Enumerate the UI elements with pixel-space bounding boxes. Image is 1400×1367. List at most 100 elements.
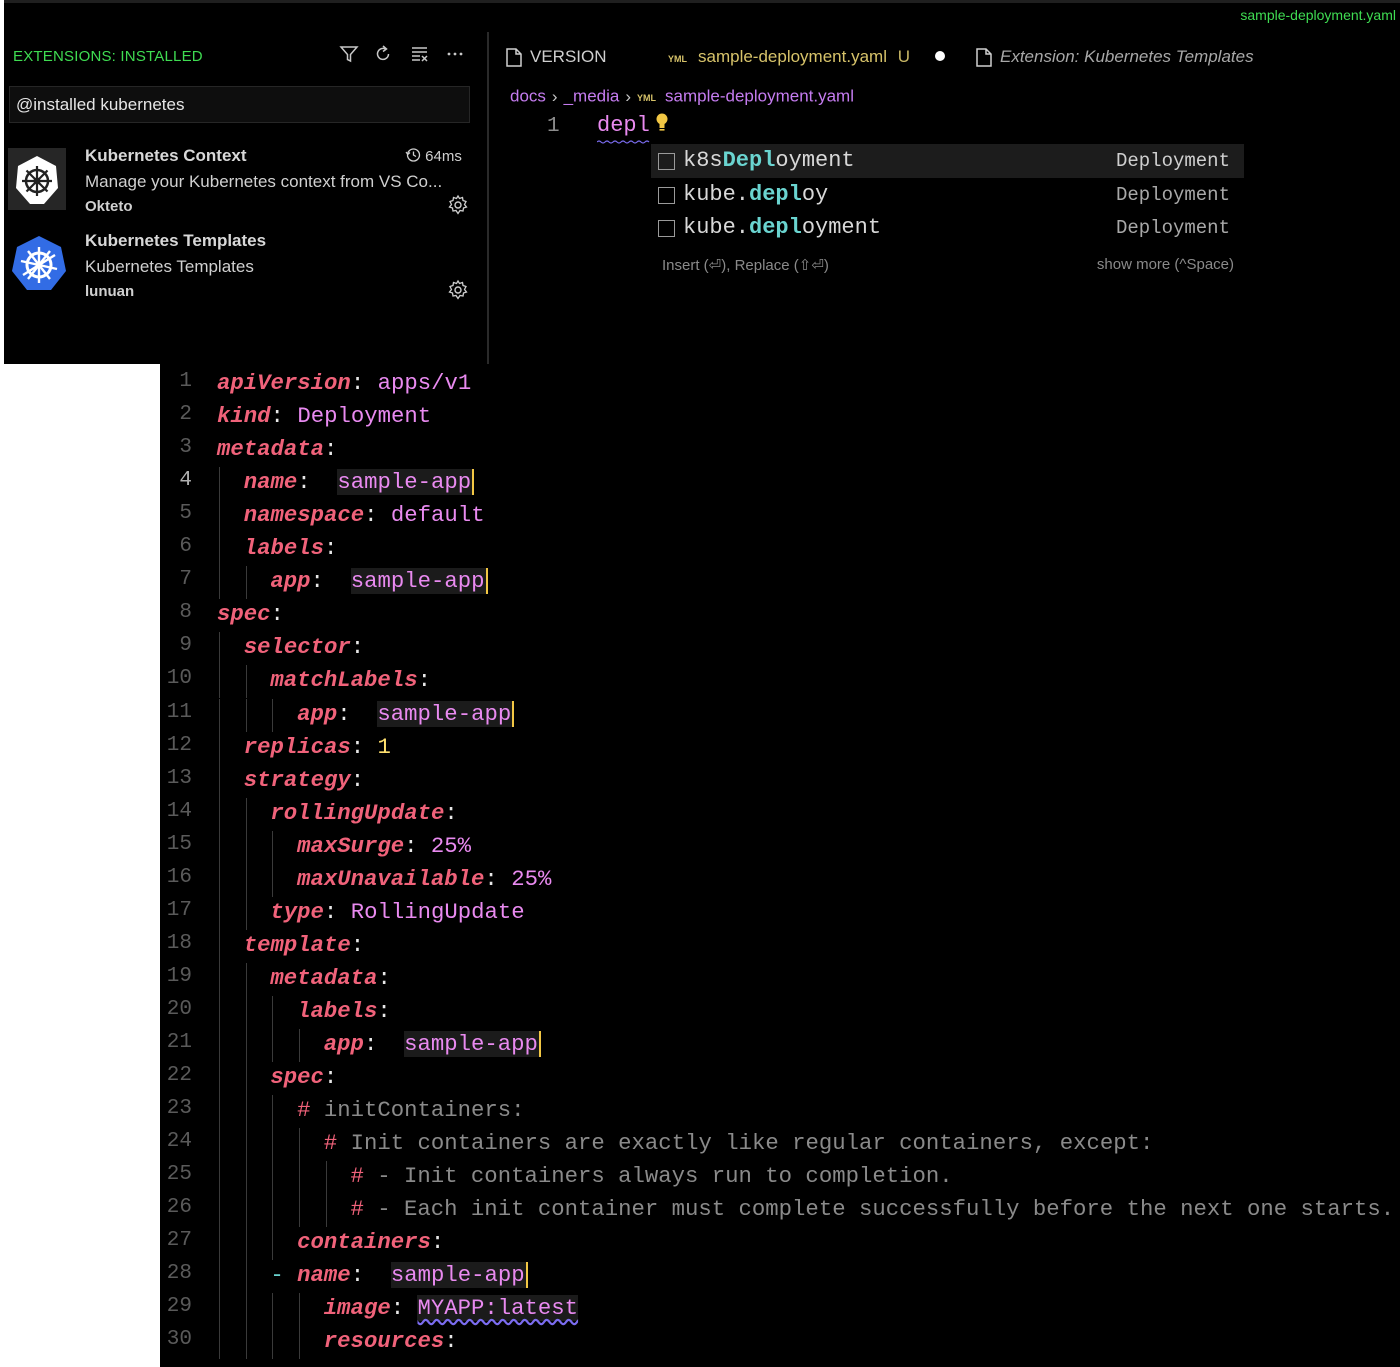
title-bar <box>4 0 1400 3</box>
editor-input-text[interactable]: depl <box>597 113 650 138</box>
code-line[interactable]: 9 selector: <box>160 632 1400 665</box>
code-line[interactable]: 18 template: <box>160 930 1400 963</box>
code-line[interactable]: 4 name: sample-app <box>160 467 1400 500</box>
suggestion-label: kube.deployment <box>683 215 882 240</box>
yaml-colon: : <box>270 403 284 430</box>
extensions-header: EXTENSIONS: INSTALLED <box>13 48 203 65</box>
indent-guide <box>272 1326 274 1360</box>
gear-icon[interactable] <box>447 194 469 216</box>
indent-guide <box>245 566 247 600</box>
code-text: labels: <box>244 535 338 561</box>
breadcrumb-item[interactable]: docs <box>510 87 546 106</box>
code-line[interactable]: 15 maxSurge: 25% <box>160 831 1400 864</box>
indent-guide <box>272 1161 274 1195</box>
code-editor[interactable]: 1 apiVersion: apps/v1 2 kind: Deployment 3 me… <box>160 364 1400 1367</box>
code-line[interactable]: 7 app: sample-app <box>160 566 1400 599</box>
indent-guide <box>245 1128 247 1162</box>
tab-version[interactable]: VERSION <box>506 44 607 70</box>
code-line[interactable]: 26 # - Each init container must complete … <box>160 1194 1400 1227</box>
breadcrumb-item[interactable]: sample-deployment.yaml <box>665 87 854 106</box>
code-line[interactable]: 5 namespace: default <box>160 500 1400 533</box>
show-more-link[interactable]: show more (^Space) <box>1097 256 1234 273</box>
yaml-colon: : <box>350 370 365 396</box>
indent-guide <box>325 1161 327 1195</box>
extensions-search-input[interactable]: @installed kubernetes <box>9 86 470 123</box>
code-line[interactable]: 17 type: RollingUpdate <box>160 897 1400 930</box>
clear-icon[interactable] <box>408 44 432 68</box>
unsaved-dot-icon[interactable] <box>934 51 945 61</box>
yaml-colon: : <box>350 1262 365 1289</box>
tab-sample-deployment[interactable]: YML sample-deployment.yaml U <box>668 44 945 70</box>
sidebar-divider <box>487 32 489 364</box>
extension-description: Kubernetes Templates <box>85 257 254 276</box>
indent-guide <box>219 962 220 996</box>
extension-publisher: lunuan <box>85 283 135 300</box>
filter-icon[interactable] <box>337 44 361 68</box>
code-line[interactable]: 11 app: sample-app <box>160 699 1400 732</box>
code-line[interactable]: 25 # - Init containers always run to comp… <box>160 1161 1400 1194</box>
breadcrumb-item[interactable]: _media <box>564 87 620 106</box>
yaml-key: app <box>323 1031 364 1057</box>
indent-guide <box>299 1293 301 1327</box>
line-number: 24 <box>166 1130 192 1154</box>
code-line[interactable]: 16 maxUnavailable: 25% <box>160 864 1400 897</box>
yaml-value: 25% <box>430 832 472 859</box>
gear-icon[interactable] <box>447 279 469 301</box>
line-number: 9 <box>179 634 192 658</box>
suggestion-item[interactable]: k8sDeployment Deployment <box>651 144 1244 178</box>
lightbulb-icon[interactable] <box>655 112 669 134</box>
indent-guide <box>219 830 220 864</box>
suggestion-item[interactable]: kube.deploy Deployment <box>651 178 1244 212</box>
code-line[interactable]: 13 strategy: <box>160 765 1400 798</box>
code-line[interactable]: 21 app: sample-app <box>160 1029 1400 1062</box>
code-line[interactable]: 28 - name: sample-app <box>160 1260 1400 1293</box>
code-line[interactable]: 12 replicas: 1 <box>160 732 1400 765</box>
suggestion-item[interactable]: kube.deployment Deployment <box>651 211 1244 245</box>
error-squiggle <box>597 140 650 144</box>
line-number: 13 <box>166 766 192 790</box>
code-text: # initContainers: <box>297 1097 524 1123</box>
yaml-key: maxUnavailable <box>297 865 485 892</box>
yaml-colon: : <box>377 964 391 991</box>
refresh-icon[interactable] <box>371 44 395 68</box>
code-line[interactable]: 14 rollingUpdate: <box>160 798 1400 831</box>
code-line[interactable]: 27 containers: <box>160 1227 1400 1260</box>
yaml-colon: : <box>484 865 498 892</box>
indent-guide <box>299 1128 301 1162</box>
comment-text: - Each init container must complete succ… <box>377 1196 1395 1223</box>
code-line[interactable]: 3 metadata: <box>160 434 1400 467</box>
code-line[interactable]: 10 matchLabels: <box>160 665 1400 698</box>
code-line[interactable]: 8 spec: <box>160 599 1400 632</box>
code-line[interactable]: 24 # Init containers are exactly like reg… <box>160 1128 1400 1161</box>
tab-extension-kubernetes-templates[interactable]: Extension: Kubernetes Templates <box>976 44 1254 70</box>
yaml-colon: : <box>364 502 378 529</box>
code-text: metadata: <box>270 965 390 991</box>
extension-item-kubernetes-templates[interactable]: Kubernetes Templates Kubernetes Template… <box>4 225 488 309</box>
file-icon <box>506 48 522 67</box>
indent-guide <box>219 797 220 831</box>
yaml-space <box>324 568 351 594</box>
yaml-space <box>378 502 391 528</box>
code-text: maxUnavailable: 25% <box>297 866 551 892</box>
list-dash: - <box>270 1262 298 1289</box>
code-line[interactable]: 30 resources: <box>160 1326 1400 1359</box>
code-line[interactable]: 23 # initContainers: <box>160 1095 1400 1128</box>
indent-guide <box>219 467 220 501</box>
snippet-icon <box>658 187 675 204</box>
yaml-value: MYAPP:latest <box>417 1295 579 1322</box>
code-line[interactable]: 6 labels: <box>160 533 1400 566</box>
indent-guide <box>219 1194 220 1228</box>
indent-guide <box>245 962 247 996</box>
code-line[interactable]: 19 metadata: <box>160 963 1400 996</box>
code-line[interactable]: 22 spec: <box>160 1062 1400 1095</box>
code-line[interactable]: 29 image: MYAPP:latest <box>160 1293 1400 1326</box>
code-text: # - Each init container must complete su… <box>351 1196 1395 1222</box>
extension-item-kubernetes-context[interactable]: Kubernetes Context 64ms Manage your Kube… <box>4 140 488 224</box>
snippet-icon <box>658 153 675 170</box>
line-number: 11 <box>166 700 192 724</box>
code-line[interactable]: 20 labels: <box>160 996 1400 1029</box>
code-line[interactable]: 1 apiVersion: apps/v1 <box>160 368 1400 401</box>
code-line[interactable]: 2 kind: Deployment <box>160 401 1400 434</box>
more-icon[interactable] <box>443 44 467 68</box>
comment-marker: # <box>350 1163 378 1190</box>
